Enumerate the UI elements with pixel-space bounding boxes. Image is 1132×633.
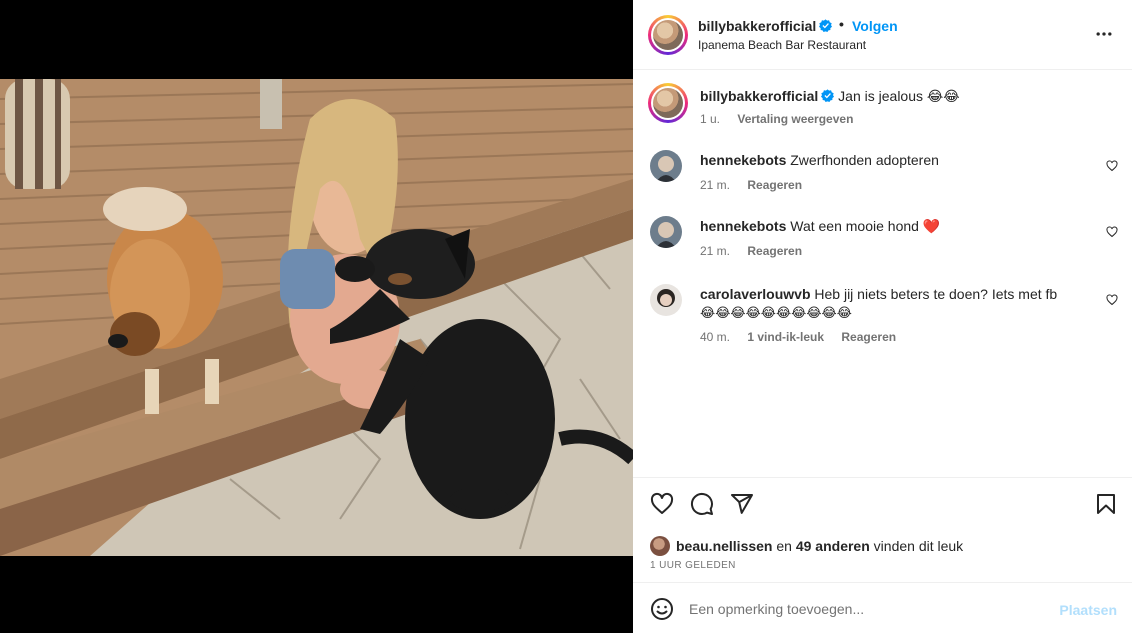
avatar[interactable] bbox=[648, 15, 688, 55]
caption-text: billybakkerofficial Jan is jealous 😂😂 bbox=[700, 87, 1090, 105]
translate-link[interactable]: Vertaling weergeven bbox=[737, 112, 853, 126]
comment-time[interactable]: 21 m. bbox=[700, 178, 730, 192]
comment-body: Heb jij niets beters te doen? Iets met f… bbox=[814, 286, 1058, 302]
comment-like-icon[interactable] bbox=[1106, 226, 1118, 238]
post-photo[interactable] bbox=[0, 79, 633, 556]
follow-button[interactable]: Volgen bbox=[852, 18, 898, 34]
verified-badge-icon bbox=[821, 89, 835, 102]
comment-username[interactable]: carolaverlouwvb bbox=[700, 286, 811, 302]
comment-like-icon[interactable] bbox=[1106, 294, 1118, 306]
comment-time[interactable]: 21 m. bbox=[700, 244, 730, 258]
comment-meta: 40 m. 1 vind-ik-leuk Reageren bbox=[700, 330, 910, 344]
likes-summary: beau.nellissen en 49 anderen vinden dit … bbox=[650, 536, 963, 556]
comment-meta: 21 m. Reageren bbox=[700, 178, 816, 192]
likes-connector: en bbox=[776, 538, 792, 554]
caption-body: Jan is jealous 😂😂 bbox=[838, 88, 960, 104]
comment-time[interactable]: 40 m. bbox=[700, 330, 730, 344]
comment-likes-count[interactable]: 1 vind-ik-leuk bbox=[747, 330, 824, 344]
reply-button[interactable]: Reageren bbox=[747, 244, 802, 258]
comment-like-icon[interactable] bbox=[1106, 160, 1118, 172]
share-icon[interactable] bbox=[730, 492, 754, 516]
verified-badge-icon bbox=[819, 19, 833, 32]
post-modal: billybakkerofficial • Volgen Ipanema Bea… bbox=[0, 0, 1132, 633]
add-comment-bar: Plaatsen bbox=[633, 582, 1132, 633]
comment-text: hennekebots Zwerfhonden adopteren bbox=[700, 151, 1090, 169]
comment-input[interactable] bbox=[689, 596, 1049, 622]
emoji-icon[interactable] bbox=[650, 597, 674, 621]
reply-button[interactable]: Reageren bbox=[747, 178, 802, 192]
comment-username[interactable]: hennekebots bbox=[700, 152, 786, 168]
post-header: billybakkerofficial • Volgen Ipanema Bea… bbox=[633, 0, 1132, 70]
likes-others[interactable]: 49 anderen bbox=[796, 538, 870, 554]
post-actions: beau.nellissen en 49 anderen vinden dit … bbox=[633, 477, 1132, 582]
heart-icon[interactable] bbox=[650, 492, 674, 516]
comment-body: Zwerfhonden adopteren bbox=[790, 152, 939, 168]
comment-body: Wat een mooie hond ❤️ bbox=[790, 218, 941, 234]
more-options-icon[interactable] bbox=[1094, 24, 1114, 44]
comment-text: hennekebots Wat een mooie hond ❤️ bbox=[700, 217, 1090, 235]
post-comment-button[interactable]: Plaatsen bbox=[1059, 602, 1117, 618]
location-link[interactable]: Ipanema Beach Bar Restaurant bbox=[698, 38, 866, 52]
separator-dot: • bbox=[839, 16, 844, 32]
bookmark-icon[interactable] bbox=[1094, 492, 1118, 516]
likes-suffix: vinden dit leuk bbox=[873, 538, 964, 554]
caption-username[interactable]: billybakkerofficial bbox=[700, 88, 818, 104]
comment-icon[interactable] bbox=[690, 492, 714, 516]
comment-avatar[interactable] bbox=[650, 216, 682, 248]
header-username[interactable]: billybakkerofficial bbox=[698, 18, 833, 34]
reply-button[interactable]: Reageren bbox=[841, 330, 896, 344]
liker-avatar[interactable] bbox=[650, 536, 670, 556]
comment-meta: 21 m. Reageren bbox=[700, 244, 816, 258]
liker-username[interactable]: beau.nellissen bbox=[676, 538, 772, 554]
comments-list: billybakkerofficial Jan is jealous 😂😂 1 … bbox=[633, 70, 1132, 477]
comment-avatar[interactable] bbox=[650, 284, 682, 316]
comment-username[interactable]: hennekebots bbox=[700, 218, 786, 234]
comment-text: carolaverlouwvb Heb jij niets beters te … bbox=[700, 285, 1090, 322]
caption-meta: 1 u. Vertaling weergeven bbox=[700, 112, 867, 126]
post-details-panel: billybakkerofficial • Volgen Ipanema Bea… bbox=[633, 0, 1132, 633]
caption-time[interactable]: 1 u. bbox=[700, 112, 720, 126]
photo-dogs-on-deck bbox=[0, 79, 633, 556]
post-timestamp[interactable]: 1 UUR GELEDEN bbox=[650, 560, 736, 571]
caption-avatar[interactable] bbox=[648, 83, 688, 123]
comment-body-emojis: 😂😂😂😂😂😂😂😂😂😂 bbox=[700, 305, 852, 320]
post-media bbox=[0, 0, 633, 633]
comment-avatar[interactable] bbox=[650, 150, 682, 182]
